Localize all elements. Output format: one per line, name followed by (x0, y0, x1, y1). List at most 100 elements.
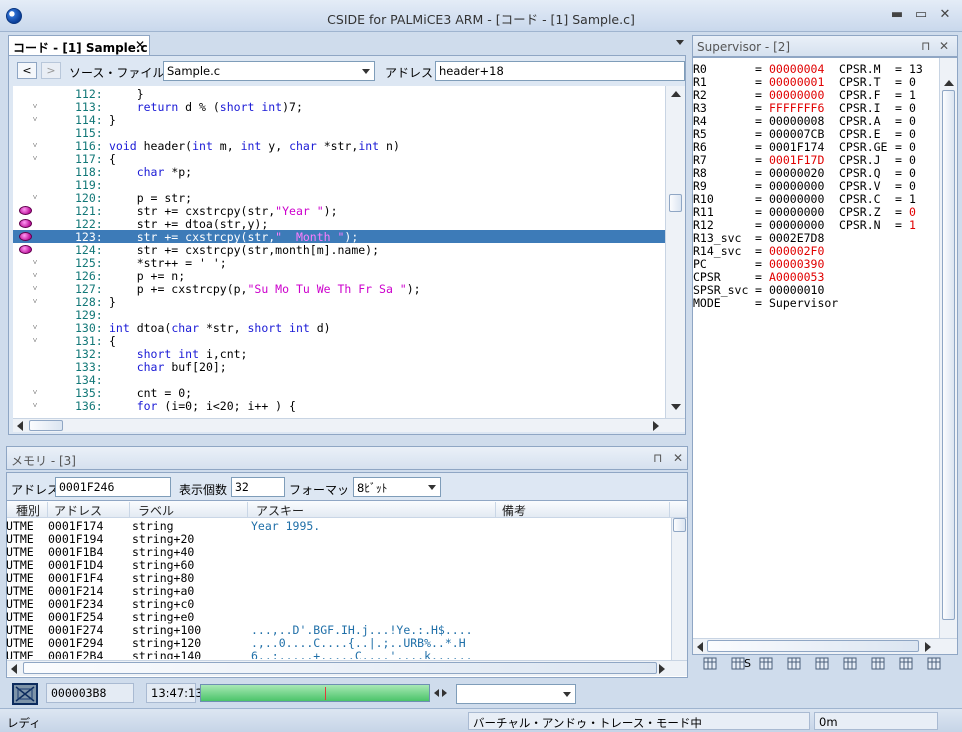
register-value[interactable]: 00000000 (769, 218, 824, 232)
register-value[interactable]: 00000000 (769, 205, 824, 219)
scroll-left-icon[interactable] (697, 642, 703, 652)
code-line[interactable]: 132: short int i,cnt; (13, 347, 665, 361)
memory-vscroll-thumb[interactable] (673, 518, 686, 532)
register-value[interactable]: 00000020 (769, 166, 824, 180)
register-value[interactable]: 00000000 (769, 88, 824, 102)
flag-value[interactable]: 0 (909, 166, 916, 180)
code-line[interactable]: ˅ 126: p += n; (13, 269, 665, 283)
register-value[interactable]: 00000000 (769, 192, 824, 206)
flag-value[interactable]: 0 (909, 114, 916, 128)
workspace-tab-icon[interactable] (870, 656, 888, 672)
memory-address-input[interactable]: 0001F246 (55, 477, 171, 497)
code-line[interactable]: ˅ 130: int dtoa(char *str, short int d) (13, 321, 665, 335)
memory-hscroll-thumb[interactable] (23, 662, 657, 674)
tab-list-dropdown-icon[interactable] (676, 40, 684, 45)
register-value[interactable]: 00000001 (769, 75, 824, 89)
code-line[interactable]: 112: } (13, 87, 665, 101)
source-file-select[interactable]: Sample.c (163, 61, 375, 81)
format-select[interactable]: 8ﾋﾞｯﾄ (353, 477, 441, 497)
address-input[interactable]: header+18 (435, 61, 685, 81)
code-editor[interactable]: 112: } ˅ 113: return d % (short int)7; ˅ 114… (13, 86, 685, 432)
register-value[interactable]: 0001F174 (769, 140, 824, 154)
code-line[interactable]: 121: str += cxstrcpy(str,"Year "); (13, 204, 665, 218)
flag-value[interactable]: 0 (909, 179, 916, 193)
tab-code-sample[interactable]: コード - [1] Sample.c ✕ (8, 35, 150, 55)
flag-value[interactable]: 0 (909, 205, 916, 219)
code-line[interactable]: ˅ 117: { (13, 152, 665, 166)
fold-marker-icon[interactable]: ˅ (27, 100, 43, 113)
memory-row[interactable]: UTME 0001F194 string+20 (6, 532, 670, 546)
code-hscroll-thumb[interactable] (29, 420, 63, 431)
memory-row[interactable]: UTME 0001F234 string+c0 (6, 597, 670, 611)
fold-marker-icon[interactable]: ˅ (27, 386, 43, 399)
register-value[interactable]: 000002F0 (769, 244, 824, 258)
code-vertical-scrollbar[interactable] (665, 86, 685, 418)
workspace-tab-icon[interactable] (898, 656, 916, 672)
scroll-left-icon[interactable] (17, 421, 23, 431)
register-value[interactable]: 0002E7D8 (769, 231, 824, 245)
workspace-tab-icon[interactable] (758, 656, 776, 672)
flag-value[interactable]: 0 (909, 101, 916, 115)
fold-marker-icon[interactable]: ˅ (27, 191, 43, 204)
memory-row[interactable]: UTME 0001F1B4 string+40 (6, 545, 670, 559)
code-line[interactable]: 124: str += cxstrcpy(str,month[m].name); (13, 243, 665, 257)
fold-marker-icon[interactable]: ˅ (27, 321, 43, 334)
register-value[interactable]: 0001F17D (769, 153, 824, 167)
scroll-up-icon[interactable] (671, 91, 681, 97)
code-line[interactable]: ˅ 136: for (i=0; i<20; i++ ) { (13, 399, 665, 413)
register-value[interactable]: 00000000 (769, 179, 824, 193)
breakpoint-icon[interactable] (19, 219, 32, 228)
memory-row[interactable]: UTME 0001F254 string+e0 (6, 610, 670, 624)
supervisor-close-icon[interactable]: ✕ (939, 39, 949, 53)
memory-row[interactable]: UTME 0001F1D4 string+60 (6, 558, 670, 572)
column-header[interactable]: 備考 (498, 502, 670, 518)
code-line[interactable]: 133: char buf[20]; (13, 360, 665, 374)
register-value[interactable]: A0000053 (769, 270, 824, 284)
fold-marker-icon[interactable]: ˅ (27, 295, 43, 308)
scroll-right-icon[interactable] (925, 642, 931, 652)
fold-marker-icon[interactable]: ˅ (27, 113, 43, 126)
register-hscroll-thumb[interactable] (707, 640, 919, 652)
workspace-tab-label[interactable]: S (744, 657, 751, 670)
code-line[interactable]: 129: (13, 308, 665, 322)
memory-row[interactable]: UTME 0001F274 string+100 ...,..D'.BGF.IH.j.… (6, 623, 670, 637)
flag-value[interactable]: 13 (909, 62, 923, 76)
memory-row[interactable]: UTME 0001F214 string+a0 (6, 584, 670, 598)
memory-row[interactable]: UTME 0001F174 string Year 1995. (6, 519, 670, 533)
workspace-tab-icon[interactable] (842, 656, 860, 672)
fold-marker-icon[interactable]: ˅ (27, 334, 43, 347)
flag-value[interactable]: 1 (909, 88, 916, 102)
minimize-button[interactable]: ▬ (886, 6, 908, 24)
pin-icon[interactable]: ⊓ (653, 451, 662, 465)
column-header[interactable]: ラベル (134, 502, 248, 518)
register-value[interactable]: FFFFFFF6 (769, 101, 824, 115)
register-horizontal-scrollbar[interactable] (693, 638, 957, 654)
code-line[interactable]: 123: str += cxstrcpy(str," Month "); (13, 230, 665, 244)
flag-value[interactable]: 0 (909, 127, 916, 141)
code-line[interactable]: ˅ 127: p += cxstrcpy(p,"Su Mo Tu We Th Fr… (13, 282, 665, 296)
fold-marker-icon[interactable]: ˅ (27, 282, 43, 295)
memory-row[interactable]: UTME 0001F2B4 string+140 6..:.....+.....C..… (6, 649, 670, 659)
register-vscroll-thumb[interactable] (942, 90, 955, 620)
scroll-right-icon[interactable] (659, 664, 665, 674)
column-header[interactable]: アスキー (252, 502, 496, 518)
back-button[interactable]: < (17, 62, 37, 79)
target-status-icon[interactable] (12, 683, 38, 705)
code-line[interactable]: ˅ 114:} (13, 113, 665, 127)
fold-marker-icon[interactable]: ˅ (27, 399, 43, 412)
fold-marker-icon[interactable]: ˅ (27, 256, 43, 269)
trace-progress-bar[interactable] (200, 684, 430, 702)
flag-value[interactable]: 1 (909, 218, 916, 232)
memory-close-icon[interactable]: ✕ (673, 451, 683, 465)
column-header[interactable]: アドレス (50, 502, 130, 518)
workspace-tab-icon[interactable] (786, 656, 804, 672)
register-vertical-scrollbar[interactable] (939, 58, 957, 638)
trace-prev-icon[interactable] (434, 689, 439, 697)
flag-value[interactable]: 0 (909, 140, 916, 154)
memory-horizontal-scrollbar[interactable] (7, 660, 687, 676)
scroll-right-icon[interactable] (653, 421, 659, 431)
fold-marker-icon[interactable]: ˅ (27, 152, 43, 165)
code-line[interactable]: ˅ 125: *str++ = ' '; (13, 256, 665, 270)
pin-icon[interactable]: ⊓ (921, 39, 930, 53)
scroll-down-icon[interactable] (671, 404, 681, 410)
